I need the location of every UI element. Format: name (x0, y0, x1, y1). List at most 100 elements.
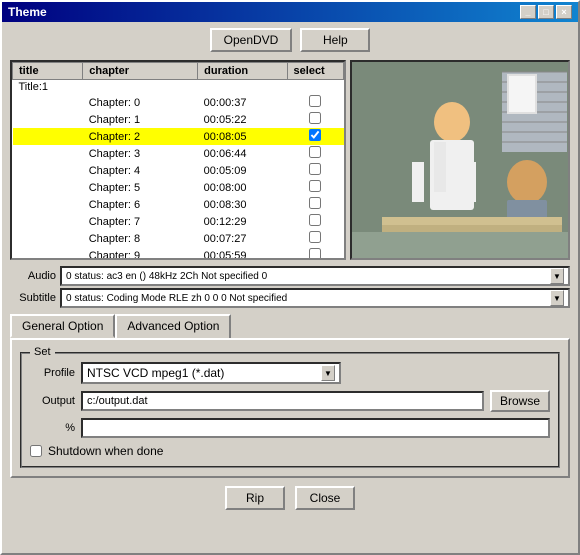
table-row: Chapter: 0 00:00:37 (13, 94, 344, 111)
set-group: Set Profile NTSC VCD mpeg1 (*.dat) ▼ Out… (20, 352, 560, 468)
title-duration (198, 80, 287, 95)
audio-dropdown[interactable]: 0 status: ac3 en () 48kHz 2Ch Not specif… (60, 266, 570, 286)
title-value: Title:1 (13, 80, 83, 95)
chapter-table-container: title chapter duration select Title:1 (10, 60, 346, 260)
select-checkbox[interactable] (309, 112, 321, 124)
profile-value: NTSC VCD mpeg1 (*.dat) (87, 366, 224, 380)
duration-cell: 00:08:30 (198, 196, 287, 213)
shutdown-label: Shutdown when done (48, 444, 163, 458)
group-label: Set (30, 346, 55, 358)
bottom-buttons: Rip Close (10, 486, 570, 510)
select-checkbox[interactable] (309, 180, 321, 192)
duration-cell: 00:12:29 (198, 213, 287, 230)
audio-value: 0 status: ac3 en () 48kHz 2Ch Not specif… (66, 271, 267, 282)
toolbar: OpenDVD Help (10, 28, 570, 52)
table-row: Chapter: 3 00:06:44 (13, 145, 344, 162)
table-row: Chapter: 6 00:08:30 (13, 196, 344, 213)
tab-advanced[interactable]: Advanced Option (115, 314, 231, 338)
shutdown-row: Shutdown when done (30, 444, 550, 458)
chapter-cell: Chapter: 4 (83, 162, 198, 179)
chapter-cell: Chapter: 9 (83, 247, 198, 258)
audio-subtitle-section: Audio 0 status: ac3 en () 48kHz 2Ch Not … (10, 266, 570, 308)
duration-cell: 00:05:22 (198, 111, 287, 128)
content-area: OpenDVD Help title chapter duration sele… (2, 22, 578, 516)
table-row-selected: Chapter: 2 00:08:05 (13, 128, 344, 145)
browse-button[interactable]: Browse (490, 390, 550, 412)
select-checkbox[interactable] (309, 231, 321, 243)
select-checkbox[interactable] (309, 129, 321, 141)
progress-row: % (30, 418, 550, 438)
subtitle-dropdown[interactable]: 0 status: Coding Mode RLE zh 0 0 0 Not s… (60, 288, 570, 308)
tabs: General Option Advanced Option (10, 314, 570, 338)
percent-label: % (30, 422, 75, 434)
chapter-cell: Chapter: 6 (83, 196, 198, 213)
chapter-table-scroll[interactable]: title chapter duration select Title:1 (12, 62, 344, 258)
duration-cell: 00:06:44 (198, 145, 287, 162)
chapter-cell: Chapter: 2 (83, 128, 198, 145)
output-input[interactable] (81, 391, 484, 411)
duration-cell: 00:07:27 (198, 230, 287, 247)
main-window: Theme _ □ × OpenDVD Help title chapter (0, 0, 580, 555)
chapter-cell: Chapter: 3 (83, 145, 198, 162)
audio-dropdown-arrow: ▼ (550, 268, 564, 284)
duration-cell: 00:00:37 (198, 94, 287, 111)
subtitle-label: Subtitle (10, 292, 60, 304)
shutdown-checkbox[interactable] (30, 445, 42, 457)
subtitle-row: Subtitle 0 status: Coding Mode RLE zh 0 … (10, 288, 570, 308)
chapter-cell: Chapter: 0 (83, 94, 198, 111)
audio-label: Audio (10, 270, 60, 282)
duration-cell: 00:05:59 (198, 247, 287, 258)
col-select: select (287, 63, 343, 80)
output-label: Output (30, 395, 75, 407)
progress-bar (81, 418, 550, 438)
chapter-cell: Chapter: 7 (83, 213, 198, 230)
profile-label: Profile (30, 367, 75, 379)
subtitle-value: 0 status: Coding Mode RLE zh 0 0 0 Not s… (66, 293, 287, 304)
title-bar: Theme _ □ × (2, 2, 578, 22)
profile-dropdown-arrow: ▼ (321, 365, 335, 381)
main-area: title chapter duration select Title:1 (10, 60, 570, 260)
tab-general[interactable]: General Option (10, 314, 115, 338)
col-title: title (13, 63, 83, 80)
video-frame (352, 62, 570, 260)
chapter-table: title chapter duration select Title:1 (12, 62, 344, 258)
subtitle-dropdown-arrow: ▼ (550, 290, 564, 306)
table-row: Chapter: 8 00:07:27 (13, 230, 344, 247)
opendvd-button[interactable]: OpenDVD (210, 28, 293, 52)
duration-cell: 00:05:09 (198, 162, 287, 179)
table-row: Chapter: 5 00:08:00 (13, 179, 344, 196)
video-preview (350, 60, 570, 260)
maximize-button[interactable]: □ (538, 5, 554, 19)
chapter-cell: Chapter: 8 (83, 230, 198, 247)
help-button[interactable]: Help (300, 28, 370, 52)
chapter-cell: Chapter: 1 (83, 111, 198, 128)
table-row: Chapter: 1 00:05:22 (13, 111, 344, 128)
select-checkbox[interactable] (309, 248, 321, 258)
col-chapter: chapter (83, 63, 198, 80)
duration-cell: 00:08:05 (198, 128, 287, 145)
close-button[interactable]: Close (295, 486, 355, 510)
output-row: Output Browse (30, 390, 550, 412)
title-select (287, 80, 343, 95)
select-checkbox[interactable] (309, 146, 321, 158)
title-row: Title:1 (13, 80, 344, 95)
select-checkbox[interactable] (309, 214, 321, 226)
profile-dropdown[interactable]: NTSC VCD mpeg1 (*.dat) ▼ (81, 362, 341, 384)
title-chapter (83, 80, 198, 95)
close-button[interactable]: × (556, 5, 572, 19)
select-checkbox[interactable] (309, 163, 321, 175)
rip-button[interactable]: Rip (225, 486, 285, 510)
table-row: Chapter: 4 00:05:09 (13, 162, 344, 179)
minimize-button[interactable]: _ (520, 5, 536, 19)
chapter-cell: Chapter: 5 (83, 179, 198, 196)
window-title: Theme (8, 5, 47, 19)
select-checkbox[interactable] (309, 197, 321, 209)
tab-content-general: Set Profile NTSC VCD mpeg1 (*.dat) ▼ Out… (10, 338, 570, 478)
select-checkbox[interactable] (309, 95, 321, 107)
duration-cell: 00:08:00 (198, 179, 287, 196)
col-duration: duration (198, 63, 287, 80)
audio-row: Audio 0 status: ac3 en () 48kHz 2Ch Not … (10, 266, 570, 286)
table-row: Chapter: 7 00:12:29 (13, 213, 344, 230)
table-row: Chapter: 9 00:05:59 (13, 247, 344, 258)
title-bar-buttons: _ □ × (520, 5, 572, 19)
